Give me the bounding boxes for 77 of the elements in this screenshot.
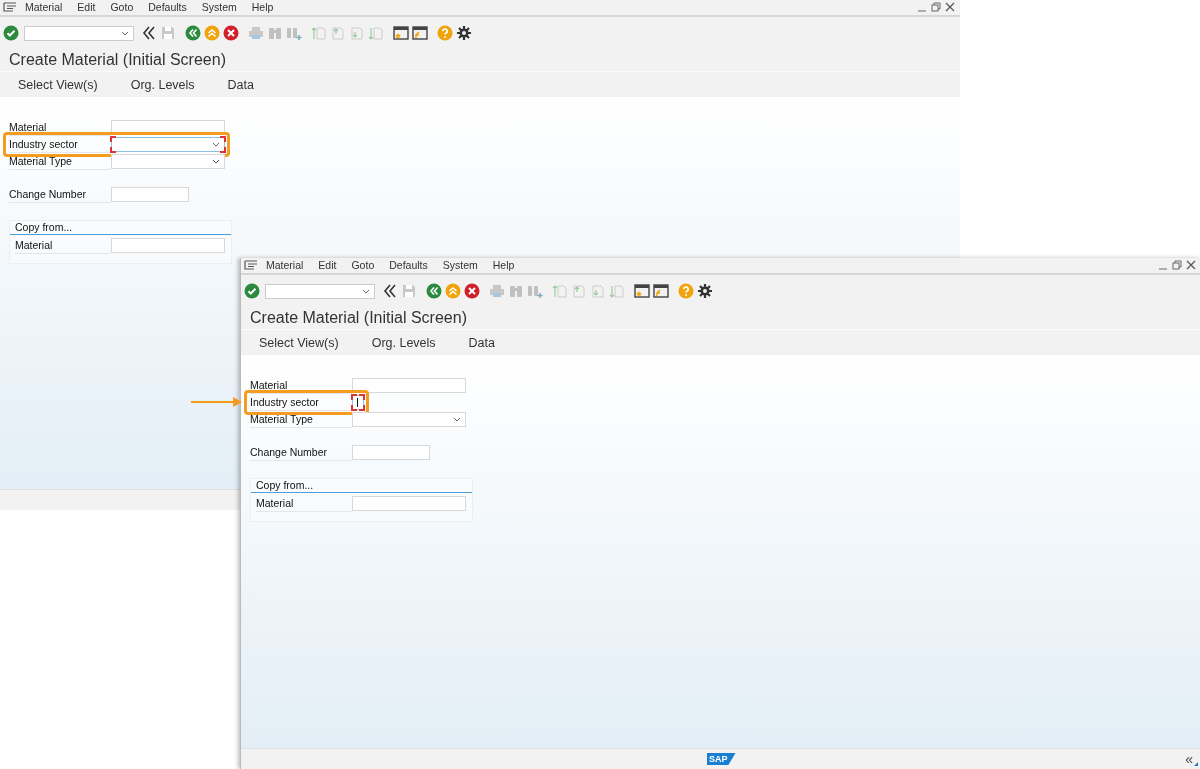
field-label: Industry sector	[250, 394, 352, 411]
menu-icon[interactable]	[244, 260, 258, 270]
shortcut-window-icon[interactable]	[412, 25, 428, 41]
close-icon[interactable]	[945, 2, 955, 12]
binoculars-plus-icon[interactable]	[286, 25, 302, 41]
text-field[interactable]	[111, 187, 189, 202]
menu-item[interactable]: Material	[25, 1, 63, 13]
toolbar-button[interactable]: Org. Levels	[130, 77, 195, 92]
back-icon[interactable]	[426, 283, 442, 299]
caret-icon[interactable]	[453, 417, 461, 422]
first-page-icon[interactable]	[552, 283, 568, 299]
settings-icon[interactable]	[456, 25, 472, 41]
toolbar-button[interactable]: Data	[468, 335, 495, 350]
menu-icon[interactable]	[3, 2, 17, 12]
binoculars-plus-icon[interactable]	[527, 283, 543, 299]
text-field[interactable]	[352, 378, 466, 393]
menu-item[interactable]: Material	[266, 259, 304, 271]
next-page-icon[interactable]	[590, 283, 606, 299]
dropdown-field[interactable]	[111, 137, 225, 152]
caret-icon[interactable]	[121, 30, 129, 36]
menu-item[interactable]: Help	[251, 1, 274, 13]
binoculars-icon[interactable]	[508, 283, 524, 299]
resize-grip-icon[interactable]	[1194, 762, 1198, 766]
menu-item[interactable]: Help	[492, 259, 515, 271]
caret-icon[interactable]	[212, 159, 220, 164]
next-page-icon[interactable]	[349, 25, 365, 41]
back-icon[interactable]	[185, 25, 201, 41]
binoculars-icon[interactable]	[267, 25, 283, 41]
first-page-icon[interactable]	[311, 25, 327, 41]
toolbar-button[interactable]: Select View(s)	[18, 77, 98, 92]
check-icon[interactable]	[244, 283, 260, 299]
toolbar-button[interactable]: Data	[227, 77, 254, 92]
text-field[interactable]	[352, 445, 430, 460]
menu-item[interactable]: Goto	[110, 1, 134, 13]
last-page-icon[interactable]	[609, 283, 625, 299]
dropdown-field[interactable]	[111, 154, 225, 169]
sap-logo: SAP	[707, 753, 736, 765]
toolbar-button[interactable]: Org. Levels	[371, 335, 436, 350]
field-label: Industry sector	[9, 136, 111, 153]
close-icon[interactable]	[1186, 260, 1196, 270]
text-field[interactable]	[352, 496, 466, 511]
command-field[interactable]	[24, 25, 134, 41]
restore-icon[interactable]	[1172, 260, 1182, 270]
menu-item[interactable]: Edit	[77, 1, 96, 13]
group-title: Copy from...	[251, 479, 472, 493]
menu-item[interactable]: Defaults	[389, 259, 428, 271]
toolbar-button[interactable]: Select View(s)	[259, 335, 339, 350]
print-icon[interactable]	[489, 283, 505, 299]
settings-icon[interactable]	[697, 283, 713, 299]
menu-item[interactable]: System	[442, 259, 478, 271]
check-icon[interactable]	[3, 25, 19, 41]
print-icon[interactable]	[248, 25, 264, 41]
dropdown-field[interactable]	[352, 412, 466, 427]
text-field[interactable]	[111, 238, 225, 253]
caret-icon[interactable]	[212, 142, 220, 147]
shortcut-window-icon[interactable]	[653, 283, 669, 299]
double-chevron-icon[interactable]	[141, 25, 157, 41]
caret-icon[interactable]	[362, 288, 370, 294]
group-title: Copy from...	[10, 221, 231, 235]
menu-item[interactable]: Defaults	[148, 1, 187, 13]
command-field[interactable]	[265, 283, 375, 299]
screen-title: Create Material (Initial Screen)	[0, 49, 960, 72]
previous-page-icon[interactable]	[330, 25, 346, 41]
restore-icon[interactable]	[931, 2, 941, 12]
menu-item[interactable]: System	[201, 1, 237, 13]
menu-item[interactable]: Goto	[351, 259, 375, 271]
double-chevron-icon[interactable]	[382, 283, 398, 299]
cancel-icon[interactable]	[464, 283, 480, 299]
cancel-icon[interactable]	[223, 25, 239, 41]
new-window-icon[interactable]	[393, 25, 409, 41]
last-page-icon[interactable]	[368, 25, 384, 41]
previous-page-icon[interactable]	[571, 283, 587, 299]
expand-button[interactable]: «	[1185, 751, 1193, 767]
screen-title: Create Material (Initial Screen)	[241, 307, 1200, 330]
menu-item[interactable]: Edit	[318, 259, 337, 271]
text-field[interactable]	[352, 395, 364, 410]
new-window-icon[interactable]	[634, 283, 650, 299]
